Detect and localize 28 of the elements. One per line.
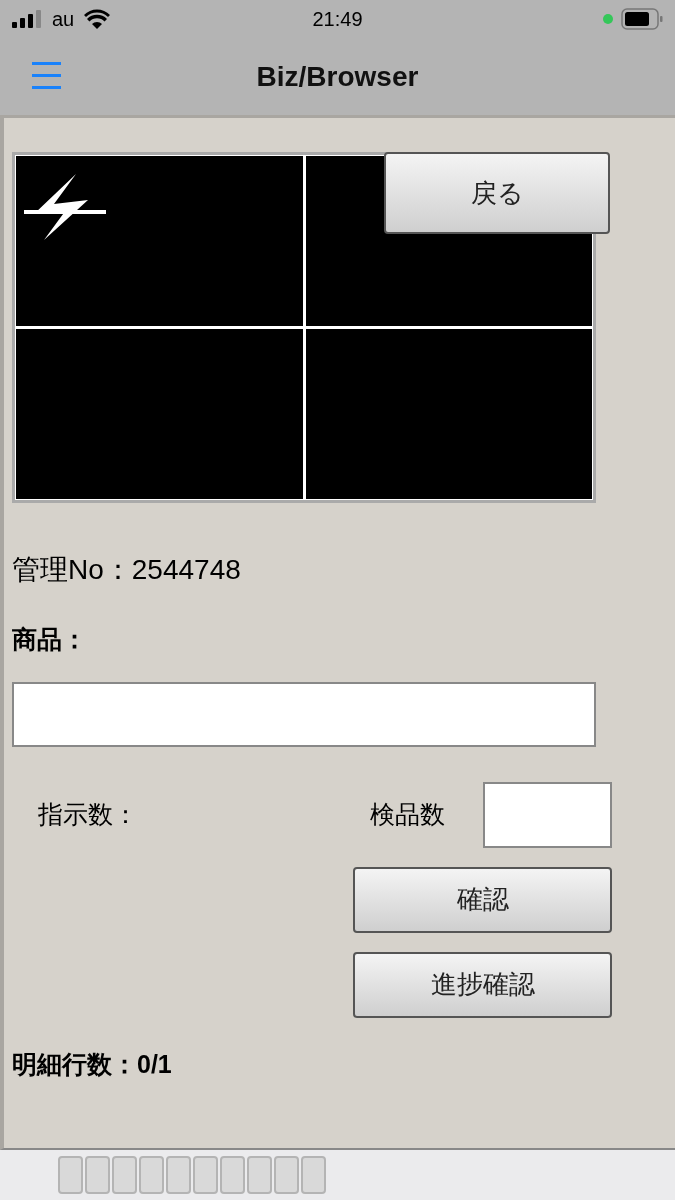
menu-icon[interactable] (32, 62, 61, 89)
action-button[interactable]: 戻る (384, 152, 610, 234)
wifi-icon (84, 9, 111, 29)
blank-key[interactable] (301, 1156, 326, 1194)
inspection-field[interactable] (483, 781, 612, 848)
clock-time: 21:49 (311, 7, 364, 32)
flash-icon[interactable] (24, 174, 106, 240)
inspection-label: 検品数 (370, 798, 446, 830)
blank-key[interactable] (274, 1156, 299, 1194)
signal-icon (12, 10, 42, 28)
action-button[interactable]: 確認 (353, 866, 612, 933)
blank-key[interactable] (166, 1156, 191, 1194)
battery-icon (621, 8, 663, 30)
control-number: 管理No：2544748 (12, 553, 242, 587)
blank-key[interactable] (220, 1156, 245, 1194)
carrier-name: au (52, 7, 75, 32)
action-button[interactable]: 進捗確認 (353, 951, 612, 1018)
blank-key[interactable] (112, 1156, 137, 1194)
detail-count: 明細行数：0/1 (12, 1048, 173, 1080)
app-title: Biz/Browser (256, 59, 419, 94)
blank-key[interactable] (193, 1156, 218, 1194)
product-field[interactable] (12, 681, 596, 747)
product-label: 商品： (12, 624, 88, 655)
blank-key[interactable] (139, 1156, 164, 1194)
blank-key[interactable] (85, 1156, 110, 1194)
blank-key[interactable] (58, 1156, 83, 1194)
blank-key[interactable] (247, 1156, 272, 1194)
instruction-label: 指示数： (38, 798, 139, 830)
